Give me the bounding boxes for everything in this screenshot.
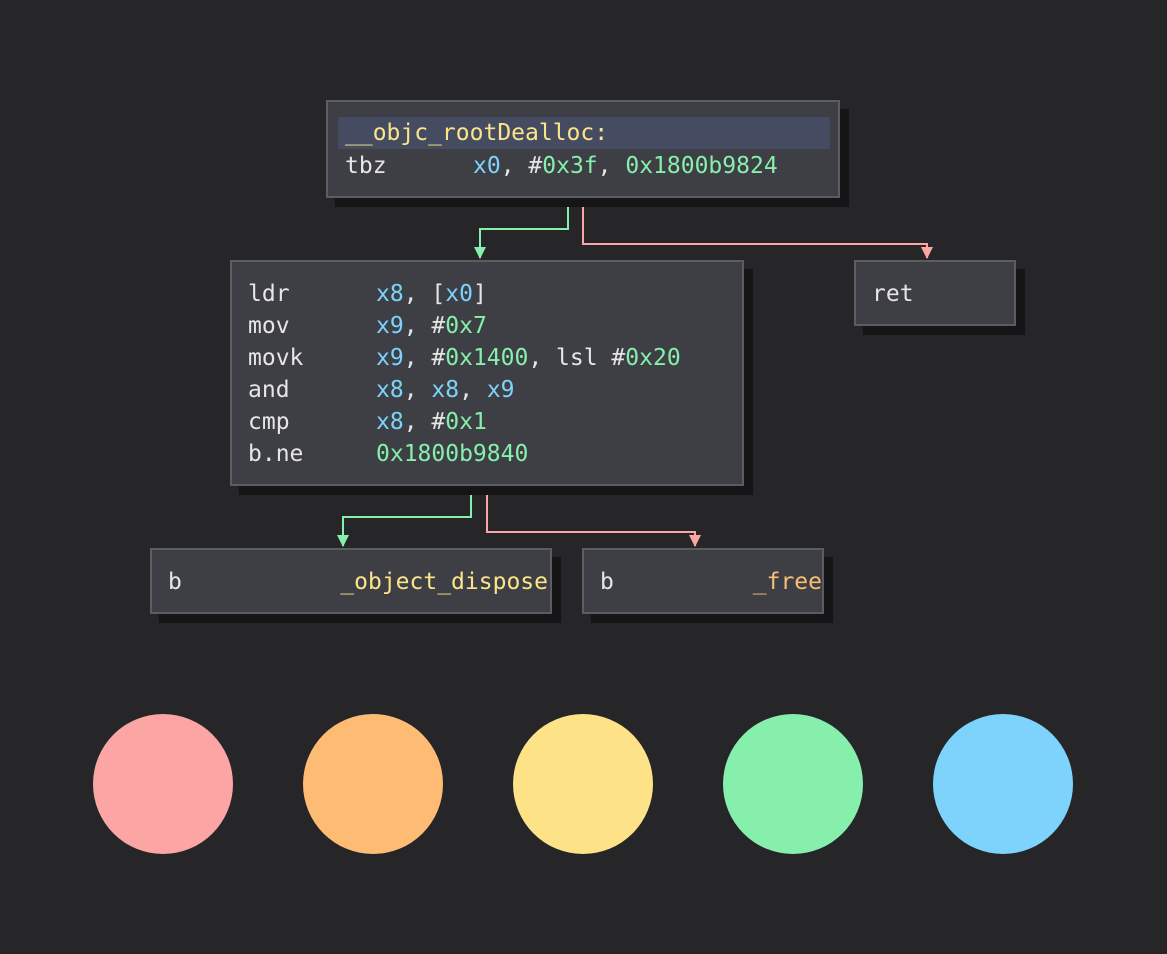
operand-punct: ] (472, 281, 487, 307)
instruction-row[interactable]: b.ne 0x1800b9840 (248, 438, 738, 470)
operand-imm[interactable]: 0x7 (445, 313, 487, 339)
operand-imm[interactable]: 0x20 (625, 345, 680, 371)
swatch-blue (933, 714, 1073, 854)
swatch-green (723, 714, 863, 854)
swatch-yellow (513, 714, 653, 854)
mnemonic: movk (248, 345, 304, 371)
operand-punct: , # (403, 409, 446, 435)
edge-check-to-free (486, 486, 696, 546)
node-entry[interactable]: __objc_rootDealloc: tbz x0, #0x3f, 0x1800… (326, 100, 840, 198)
operand-reg[interactable]: x8 (376, 409, 404, 435)
operand-reg[interactable]: x9 (376, 345, 404, 371)
arrowhead-check-to-free (689, 535, 701, 547)
instruction-row[interactable]: mov x9, #0x7 (248, 310, 738, 342)
mnemonic: and (248, 377, 290, 403)
operand-imm[interactable]: 0x1 (445, 409, 487, 435)
operands: x9, #0x1400, lsl #0x20 (376, 342, 681, 374)
mnemonic: tbz (345, 153, 387, 179)
swatch-orange (303, 714, 443, 854)
operand-reg[interactable]: x0 (473, 153, 501, 179)
operand-sym2[interactable]: _object_dispose (340, 569, 548, 595)
mnemonic: mov (248, 313, 290, 339)
operands: _free (753, 566, 822, 598)
operand-sym[interactable]: _free (753, 569, 822, 595)
mnemonic: ldr (248, 281, 290, 307)
operand-imm[interactable]: 0x1800b9840 (376, 441, 528, 467)
operand-punct: , (459, 377, 487, 403)
mnemonic: b.ne (248, 441, 304, 467)
instruction-row[interactable]: movk x9, #0x1400, lsl #0x20 (248, 342, 738, 374)
operand-imm[interactable]: 0x1400 (445, 345, 528, 371)
operand-reg[interactable]: x9 (376, 313, 404, 339)
edge-entry-to-ret (582, 199, 928, 258)
operand-punct: , (597, 153, 626, 179)
operands: x9, #0x7 (376, 310, 487, 342)
arrowhead-entry-to-ret (921, 247, 933, 259)
mnemonic: b (600, 569, 614, 595)
mnemonic: ret (872, 281, 914, 307)
operand-punct: , (403, 377, 432, 403)
operand-imm[interactable]: 0x3f (542, 153, 597, 179)
operand-punct: , # (403, 313, 446, 339)
operand-reg[interactable]: x0 (445, 281, 473, 307)
node-ret[interactable]: ret (854, 260, 1016, 326)
arrowhead-check-to-dispose (337, 535, 349, 547)
node-check[interactable]: ldr x8, [x0] mov x9, #0x7 movk x9, #0x1400, l… (230, 260, 744, 486)
operands: x8, #0x1 (376, 406, 487, 438)
instruction-row[interactable]: and x8, x8, x9 (248, 374, 738, 406)
node-object-dispose[interactable]: b _object_dispose (150, 548, 552, 614)
instruction-row[interactable]: cmp x8, #0x1 (248, 406, 738, 438)
mnemonic: cmp (248, 409, 290, 435)
operands: _object_dispose (340, 566, 548, 598)
operand-reg[interactable]: x8 (376, 377, 404, 403)
edge-check-to-dispose (342, 486, 472, 546)
function-label: __objc_rootDealloc: (345, 120, 609, 146)
mnemonic: b (168, 569, 182, 595)
edge-entry-to-check (479, 199, 569, 258)
operand-imm[interactable]: 0x1800b9824 (625, 153, 777, 179)
operand-punct: , # (403, 345, 446, 371)
operands: x8, [x0] (376, 278, 487, 310)
swatch-red (93, 714, 233, 854)
instruction-row[interactable]: tbz x0, #0x3f, 0x1800b9824 (345, 150, 835, 182)
operand-reg[interactable]: x9 (487, 377, 515, 403)
operands: 0x1800b9840 (376, 438, 528, 470)
instruction-row[interactable]: ldr x8, [x0] (248, 278, 738, 310)
operand-reg[interactable]: x8 (431, 377, 459, 403)
instruction-row[interactable]: ret (872, 278, 1002, 310)
arrowhead-entry-to-check (474, 247, 486, 259)
operand-punct: , # (500, 153, 543, 179)
instruction-row[interactable]: b _free (600, 566, 822, 598)
node-free[interactable]: b _free (582, 548, 824, 614)
operand-reg[interactable]: x8 (376, 281, 404, 307)
operand-punct: , [ (403, 281, 446, 307)
operand-punct: , lsl # (528, 345, 626, 371)
instruction-row[interactable]: b _object_dispose (168, 566, 548, 598)
operands: x8, x8, x9 (376, 374, 515, 406)
operands: x0, #0x3f, 0x1800b9824 (473, 150, 778, 182)
